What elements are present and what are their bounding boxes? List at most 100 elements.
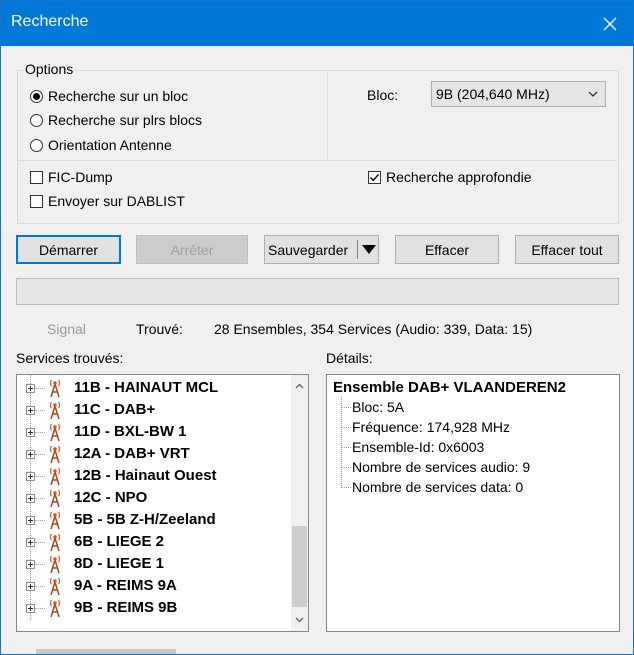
- background-window-edge: [36, 649, 176, 654]
- clear-all-button[interactable]: Effacer tout: [515, 235, 619, 264]
- service-tree-item[interactable]: 5B - 5B Z-H/Zeeland: [17, 509, 291, 531]
- radio-antenna-orientation[interactable]: Orientation Antenne: [30, 137, 172, 153]
- expand-icon[interactable]: [26, 538, 35, 547]
- send-dablist-box[interactable]: [30, 194, 43, 208]
- scroll-thumb[interactable]: [292, 526, 307, 607]
- search-dialog: Recherche Options Recherche sur un bloc …: [0, 0, 634, 655]
- service-tree-item[interactable]: 9A - REIMS 9A: [17, 575, 291, 597]
- radio-multi-block-label: Recherche sur plrs blocs: [48, 112, 203, 128]
- service-tree-item[interactable]: 11D - BXL-BW 1: [17, 421, 291, 443]
- radio-single-block-label: Recherche sur un bloc: [48, 88, 189, 104]
- tree-branch-line: [35, 388, 45, 389]
- antenna-icon: [47, 510, 63, 530]
- details-branch-4: [341, 487, 351, 488]
- antenna-icon: [47, 444, 63, 464]
- expand-icon[interactable]: [26, 516, 35, 525]
- details-branch-2: [341, 447, 351, 448]
- save-button-label[interactable]: Sauvegarder: [268, 242, 348, 258]
- details-branch-1: [341, 427, 351, 428]
- deep-search-checkbox[interactable]: Recherche approfondie: [368, 169, 532, 185]
- deep-search-box[interactable]: [368, 170, 381, 184]
- service-tree-label: 11C - DAB+: [74, 401, 156, 418]
- service-tree-label: 6B - LIEGE 2: [74, 533, 165, 550]
- service-tree-label: 5B - 5B Z-H/Zeeland: [74, 511, 216, 528]
- start-button[interactable]: Démarrer: [16, 235, 121, 264]
- details-branch-0: [341, 407, 351, 408]
- service-tree-item[interactable]: 8D - LIEGE 1: [17, 553, 291, 575]
- antenna-icon: [47, 422, 63, 442]
- block-select[interactable]: 9B (204,640 MHz): [431, 81, 606, 107]
- tree-branch-line: [35, 586, 45, 587]
- services-scrollbar[interactable]: [291, 375, 308, 631]
- detail-audio-services: Nombre de services audio: 9: [352, 459, 531, 475]
- clear-button[interactable]: Effacer: [395, 235, 499, 264]
- expand-icon[interactable]: [26, 384, 35, 393]
- fic-dump-box[interactable]: [30, 170, 43, 184]
- service-tree-item[interactable]: 12C - NPO: [17, 487, 291, 509]
- stop-button[interactable]: Arrêter: [136, 235, 248, 264]
- progress-bar: [16, 278, 619, 305]
- expand-icon[interactable]: [26, 582, 35, 591]
- service-tree-label: 12C - NPO: [74, 489, 148, 506]
- detail-block: Bloc: 5A: [352, 399, 405, 415]
- service-tree-label: 8D - LIEGE 1: [74, 555, 165, 572]
- antenna-icon: [47, 554, 63, 574]
- scroll-down-icon[interactable]: [295, 617, 304, 623]
- expand-icon[interactable]: [26, 604, 35, 613]
- options-group-label: Options: [23, 61, 76, 77]
- service-tree-item[interactable]: 12B - Hainaut Ouest: [17, 465, 291, 487]
- radio-multi-block-indicator[interactable]: [30, 113, 43, 127]
- radio-single-block-indicator[interactable]: [30, 89, 43, 103]
- found-label: Trouvé:: [136, 321, 183, 337]
- window-title: Recherche: [11, 13, 89, 30]
- service-tree-label: 12B - Hainaut Ouest: [74, 467, 217, 484]
- antenna-icon: [47, 378, 63, 398]
- dropdown-arrow-icon[interactable]: [362, 245, 376, 254]
- service-tree-item[interactable]: 11C - DAB+: [17, 399, 291, 421]
- found-value: 28 Ensembles, 354 Services (Audio: 339, …: [214, 321, 533, 337]
- fic-dump-checkbox[interactable]: FIC-Dump: [30, 169, 113, 185]
- radio-antenna-orientation-indicator[interactable]: [30, 138, 43, 152]
- tree-branch-line: [35, 564, 45, 565]
- details-tree-line: [341, 397, 342, 488]
- service-tree-item[interactable]: 11B - HAINAUT MCL: [17, 377, 291, 399]
- services-tree[interactable]: 11B - HAINAUT MCL 11C - DAB+ 11D - BXL-BW …: [16, 374, 309, 632]
- service-tree-item[interactable]: 6B - LIEGE 2: [17, 531, 291, 553]
- details-label: Détails:: [326, 350, 373, 366]
- service-tree-label: 12A - DAB+ VRT: [74, 445, 190, 462]
- tree-branch-line: [35, 542, 45, 543]
- expand-icon[interactable]: [26, 450, 35, 459]
- expand-icon[interactable]: [26, 560, 35, 569]
- expand-icon[interactable]: [26, 494, 35, 503]
- save-split-divider: [357, 240, 358, 259]
- antenna-icon: [47, 598, 63, 618]
- tree-branch-line: [35, 454, 45, 455]
- antenna-icon: [47, 466, 63, 486]
- fic-dump-label: FIC-Dump: [48, 169, 113, 185]
- tree-branch-line: [35, 520, 45, 521]
- save-split-button[interactable]: Sauvegarder: [264, 235, 379, 264]
- options-divider-horizontal: [18, 160, 617, 161]
- send-dablist-checkbox[interactable]: Envoyer sur DABLIST: [30, 193, 185, 209]
- expand-icon[interactable]: [26, 472, 35, 481]
- detail-data-services: Nombre de services data: 0: [352, 479, 524, 495]
- details-panel[interactable]: Ensemble DAB+ VLAANDEREN2 Bloc: 5A Fréqu…: [326, 374, 620, 632]
- expand-icon[interactable]: [26, 406, 35, 415]
- service-tree-label: 11B - HAINAUT MCL: [74, 379, 219, 396]
- service-tree-label: 9B - REIMS 9B: [74, 599, 178, 616]
- radio-single-block[interactable]: Recherche sur un bloc: [30, 88, 188, 104]
- service-tree-item[interactable]: 12A - DAB+ VRT: [17, 443, 291, 465]
- scroll-up-icon[interactable]: [295, 383, 304, 389]
- expand-icon[interactable]: [26, 428, 35, 437]
- service-tree-item[interactable]: 9B - REIMS 9B: [17, 597, 291, 619]
- radio-multi-block[interactable]: Recherche sur plrs blocs: [30, 112, 202, 128]
- close-button[interactable]: [587, 1, 633, 46]
- tree-branch-line: [35, 498, 45, 499]
- details-title: Ensemble DAB+ VLAANDEREN2: [333, 379, 566, 396]
- checkmark-icon: [370, 173, 380, 181]
- block-label: Bloc:: [367, 87, 399, 103]
- tree-branch-line: [35, 432, 45, 433]
- block-select-value: 9B (204,640 MHz): [436, 86, 550, 102]
- signal-label: Signal: [47, 321, 86, 337]
- tree-branch-line: [35, 410, 45, 411]
